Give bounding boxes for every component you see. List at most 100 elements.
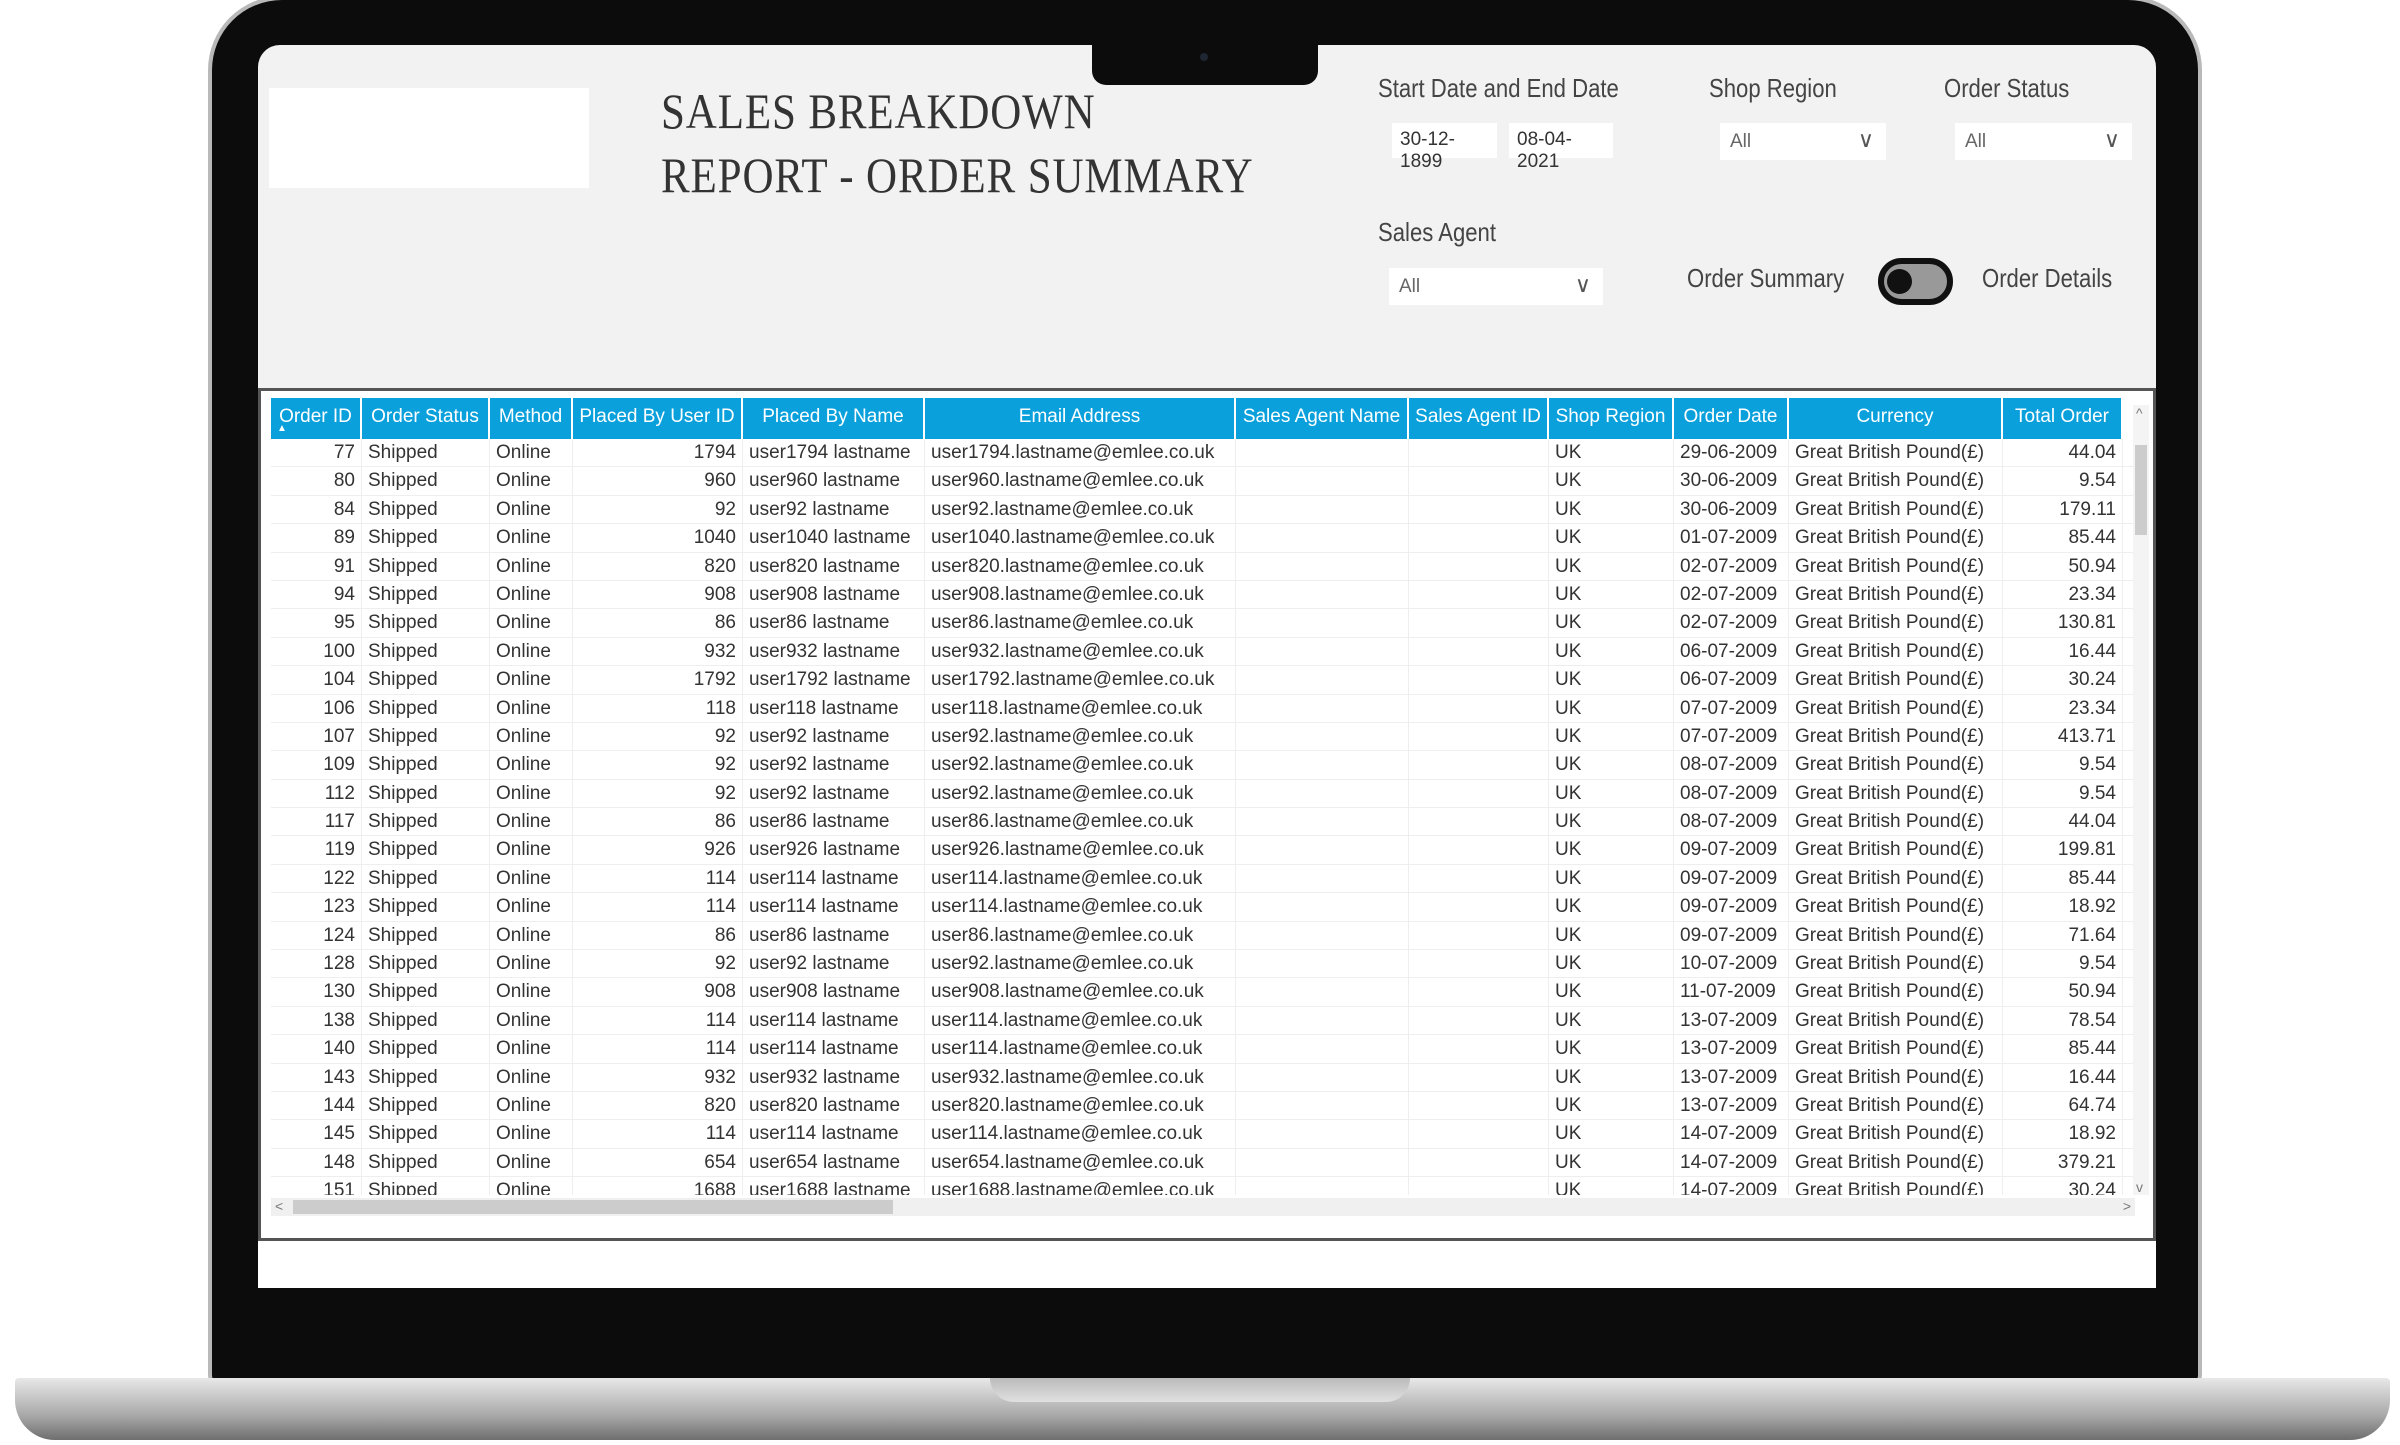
scroll-up-icon[interactable]: ^ [2136, 405, 2143, 421]
horizontal-scrollbar[interactable]: < > [271, 1198, 2135, 1216]
column-header-shop-region[interactable]: Shop Region [1549, 398, 1674, 439]
cell-placed-by-user-id: 1040 [573, 524, 743, 552]
table-row[interactable]: 80 Shipped Online 960 user960 lastname user96… [271, 467, 2135, 496]
table-row[interactable]: 145 Shipped Online 114 user114 lastname user1… [271, 1120, 2135, 1149]
cell-method: Online [490, 836, 573, 864]
table-row[interactable]: 148 Shipped Online 654 user654 lastname user6… [271, 1148, 2135, 1178]
cell-sales-agent-id [1409, 722, 1549, 751]
cell-email-address: user908.lastname@emlee.co.uk [925, 580, 1236, 609]
column-header-total-order[interactable]: Total Order [2003, 398, 2123, 439]
cell-total-order: 71.64 [2003, 921, 2123, 950]
cell-shop-region: UK [1549, 1035, 1674, 1063]
cell-currency: Great British Pound(£) [1789, 751, 2003, 779]
table-row[interactable]: 112 Shipped Online 92 user92 lastname user92.… [271, 779, 2135, 809]
sales-agent-dropdown[interactable]: All ∨ [1389, 268, 1603, 305]
table-row[interactable]: 109 Shipped Online 92 user92 lastname user92.… [271, 751, 2135, 780]
cell-order-date: 11-07-2009 [1674, 978, 1789, 1006]
scroll-down-icon[interactable]: v [2136, 1179, 2143, 1195]
column-header-placed-by-user-id[interactable]: Placed By User ID [573, 398, 743, 439]
cell-sales-agent-name [1236, 609, 1409, 637]
table-row[interactable]: 119 Shipped Online 926 user926 lastname user9… [271, 836, 2135, 865]
cell-shop-region: UK [1549, 893, 1674, 921]
table-row[interactable]: 143 Shipped Online 932 user932 lastname user9… [271, 1063, 2135, 1092]
order-status-dropdown[interactable]: All ∨ [1955, 123, 2132, 160]
cell-total-order: 78.54 [2003, 1006, 2123, 1035]
summary-details-toggle[interactable] [1878, 258, 1953, 305]
table-row[interactable]: 89 Shipped Online 1040 user1040 lastname user… [271, 524, 2135, 553]
cell-method: Online [490, 893, 573, 921]
cell-placed-by-user-id: 908 [573, 580, 743, 609]
table-row[interactable]: 106 Shipped Online 118 user118 lastname user1… [271, 694, 2135, 723]
table-row[interactable]: 94 Shipped Online 908 user908 lastname user90… [271, 580, 2135, 610]
cell-shop-region: UK [1549, 467, 1674, 495]
column-header-order-status[interactable]: Order Status [362, 398, 490, 439]
cell-placed-by-user-id: 926 [573, 836, 743, 864]
column-header-placed-by-name[interactable]: Placed By Name [743, 398, 925, 439]
cell-order-id: 107 [271, 722, 362, 751]
cell-email-address: user114.lastname@emlee.co.uk [925, 1120, 1236, 1148]
column-header-order-id[interactable]: Order ID ▲ [271, 398, 362, 439]
column-header-label: Placed By User ID [579, 406, 735, 427]
table-row[interactable]: 84 Shipped Online 92 user92 lastname user92.l… [271, 495, 2135, 525]
cell-order-status: Shipped [362, 524, 490, 552]
cell-order-status: Shipped [362, 1063, 490, 1091]
column-header-method[interactable]: Method [490, 398, 573, 439]
vertical-scroll-thumb[interactable] [2135, 445, 2147, 535]
end-date-input[interactable]: 08-04-2021 [1509, 123, 1613, 172]
cell-sales-agent-id [1409, 978, 1549, 1006]
table-row[interactable]: 104 Shipped Online 1792 user1792 lastname use… [271, 666, 2135, 695]
cell-email-address: user1792.lastname@emlee.co.uk [925, 666, 1236, 694]
start-date-input[interactable]: 30-12-1899 [1392, 123, 1497, 172]
cell-shop-region: UK [1549, 666, 1674, 694]
table-row[interactable]: 144 Shipped Online 820 user820 lastname user8… [271, 1091, 2135, 1121]
cell-currency: Great British Pound(£) [1789, 836, 2003, 864]
table-header: Order ID ▲ Order Status Method Placed By Use… [271, 398, 2123, 439]
cell-shop-region: UK [1549, 836, 1674, 864]
column-header-email-address[interactable]: Email Address [925, 398, 1236, 439]
table-row[interactable]: 77 Shipped Online 1794 user1794 lastname user… [271, 439, 2135, 468]
cell-method: Online [490, 637, 573, 666]
table-row[interactable]: 117 Shipped Online 86 user86 lastname user86.… [271, 808, 2135, 837]
scroll-left-icon[interactable]: < [275, 1198, 283, 1214]
cell-placed-by-user-id: 114 [573, 1006, 743, 1035]
cell-shop-region: UK [1549, 580, 1674, 609]
table-row[interactable]: 151 Shipped Online 1688 user1688 lastname use… [271, 1177, 2135, 1195]
cell-order-id: 117 [271, 808, 362, 836]
column-header-currency[interactable]: Currency [1789, 398, 2003, 439]
scroll-right-icon[interactable]: > [2123, 1198, 2131, 1214]
cell-total-order: 30.24 [2003, 1177, 2123, 1195]
horizontal-scroll-thumb[interactable] [293, 1200, 893, 1214]
cell-total-order: 16.44 [2003, 1063, 2123, 1091]
table-row[interactable]: 140 Shipped Online 114 user114 lastname user1… [271, 1035, 2135, 1064]
table-row[interactable]: 100 Shipped Online 932 user932 lastname user9… [271, 637, 2135, 667]
shop-region-dropdown[interactable]: All ∨ [1720, 123, 1886, 160]
cell-order-id: 123 [271, 893, 362, 921]
order-details-label: Order Details [1982, 263, 2113, 293]
table-row[interactable]: 107 Shipped Online 92 user92 lastname user92.… [271, 722, 2135, 752]
screen-bottom-strip [258, 1241, 2156, 1288]
table-row[interactable]: 128 Shipped Online 92 user92 lastname user92.… [271, 950, 2135, 979]
cell-placed-by-user-id: 92 [573, 495, 743, 524]
table-row[interactable]: 138 Shipped Online 114 user114 lastname user1… [271, 1006, 2135, 1036]
cell-shop-region: UK [1549, 609, 1674, 637]
cell-currency: Great British Pound(£) [1789, 808, 2003, 836]
cell-currency: Great British Pound(£) [1789, 1177, 2003, 1195]
cell-order-id: 94 [271, 580, 362, 609]
table-row[interactable]: 95 Shipped Online 86 user86 lastname user86.l… [271, 609, 2135, 638]
cell-placed-by-name: user908 lastname [743, 978, 925, 1006]
cell-order-date: 07-07-2009 [1674, 722, 1789, 751]
cell-sales-agent-name [1236, 751, 1409, 779]
table-row[interactable]: 123 Shipped Online 114 user114 lastname user1… [271, 893, 2135, 922]
column-header-order-date[interactable]: Order Date [1674, 398, 1789, 439]
cell-shop-region: UK [1549, 694, 1674, 722]
cell-order-id: 84 [271, 495, 362, 524]
table-row[interactable]: 124 Shipped Online 86 user86 lastname user86.… [271, 921, 2135, 951]
table-row[interactable]: 122 Shipped Online 114 user114 lastname user1… [271, 864, 2135, 894]
table-row[interactable]: 130 Shipped Online 908 user908 lastname user9… [271, 978, 2135, 1007]
column-header-sales-agent-name[interactable]: Sales Agent Name [1236, 398, 1409, 439]
column-header-sales-agent-id[interactable]: Sales Agent ID [1409, 398, 1549, 439]
shop-region-label: Shop Region [1709, 73, 1837, 103]
cell-order-status: Shipped [362, 609, 490, 637]
table-row[interactable]: 91 Shipped Online 820 user820 lastname user82… [271, 552, 2135, 581]
vertical-scrollbar[interactable]: ^ v [2133, 405, 2149, 1195]
